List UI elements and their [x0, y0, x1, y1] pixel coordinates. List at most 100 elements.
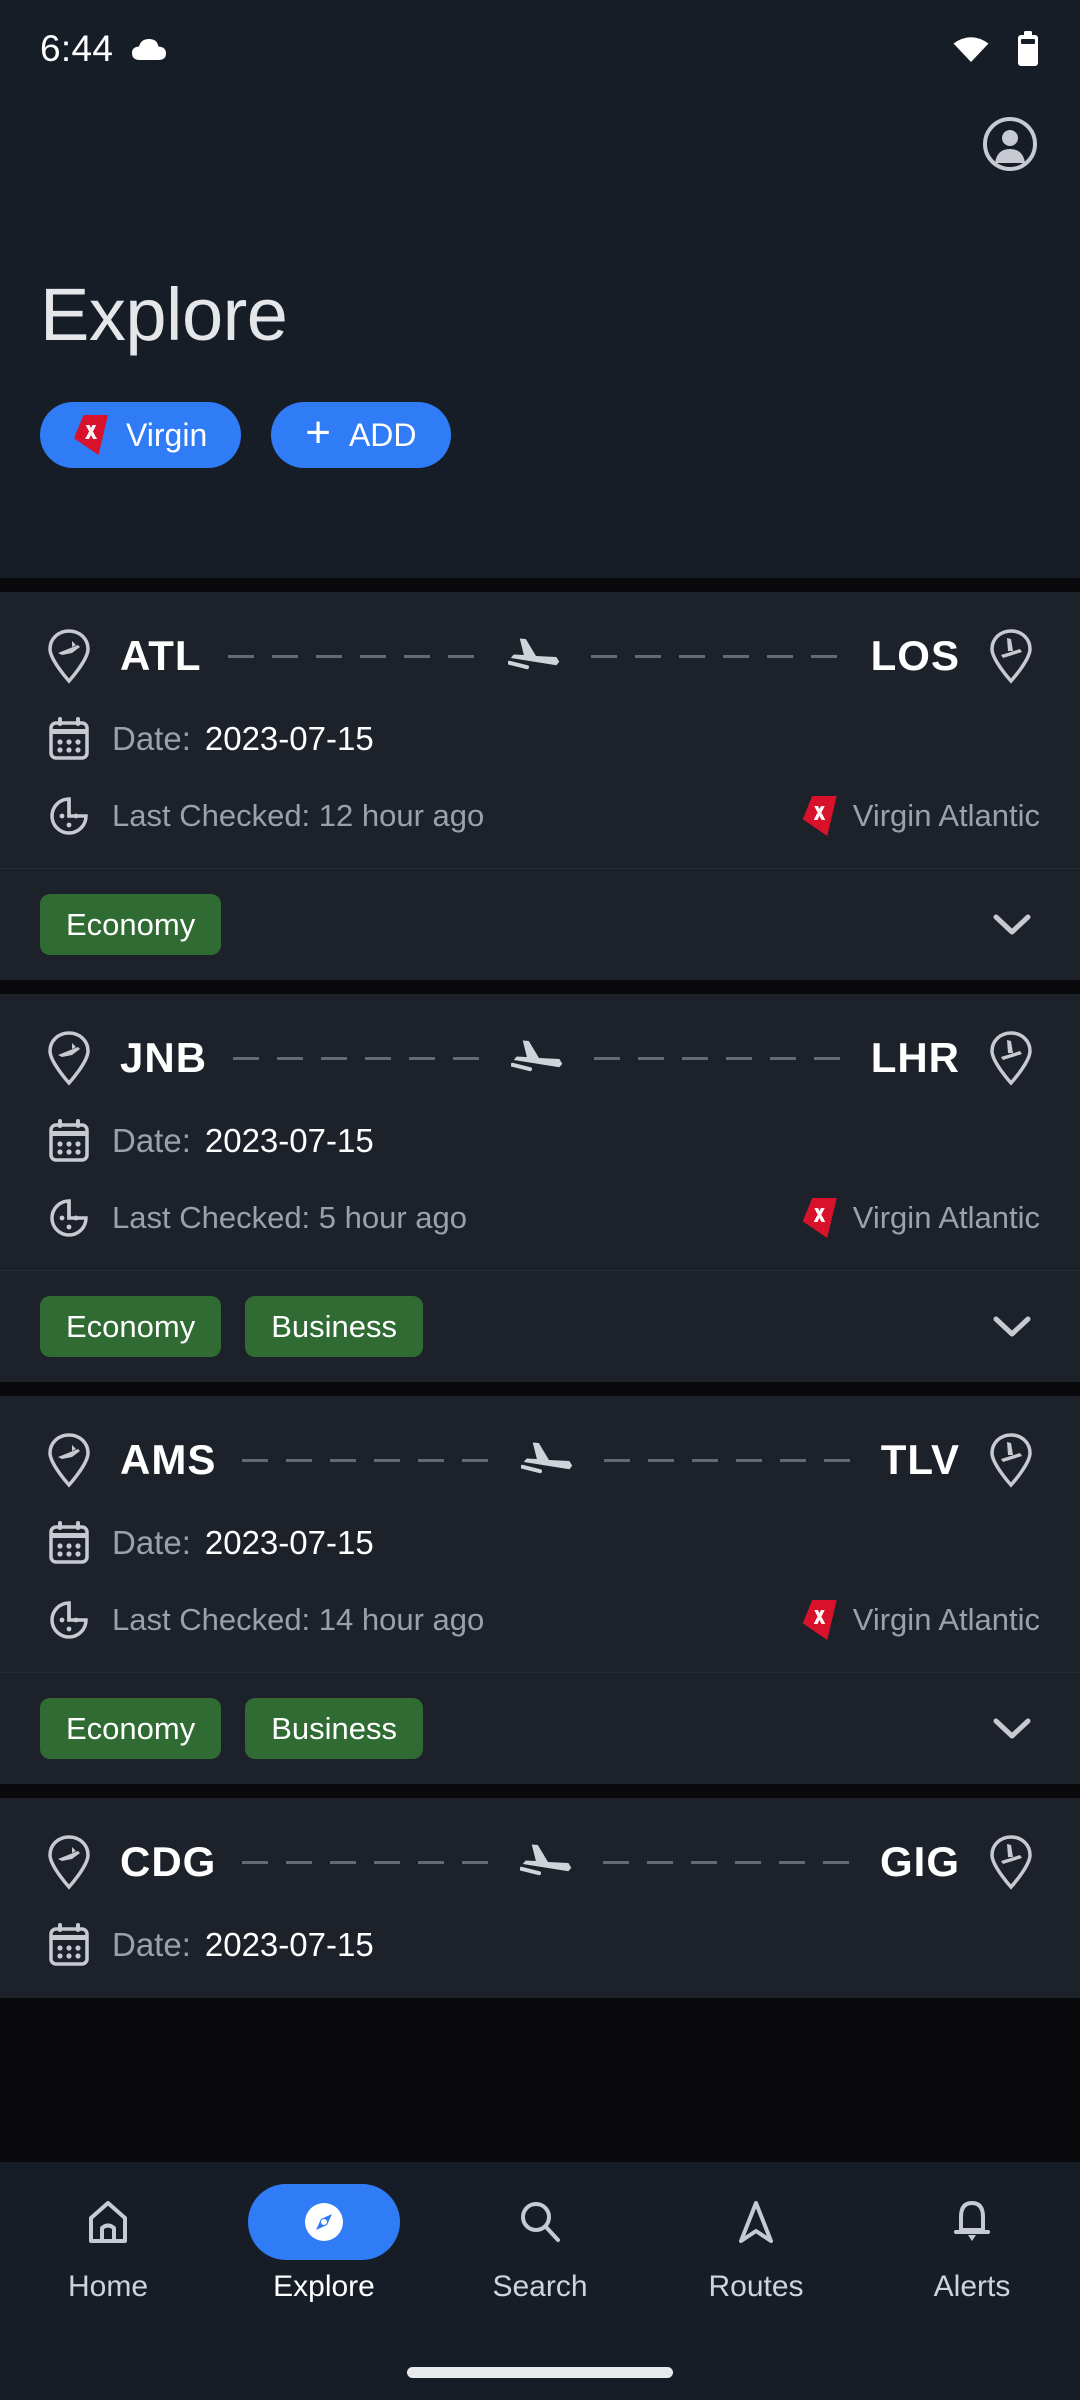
arrival-pin-icon	[982, 628, 1040, 684]
route-dash-right	[603, 1860, 854, 1864]
search-icon	[515, 2197, 565, 2247]
calendar-icon	[40, 1118, 98, 1164]
route-dash-left	[227, 654, 482, 658]
destination-code: LHR	[870, 1034, 961, 1081]
airplane-icon	[519, 1840, 577, 1884]
date-row: Date: 2023-07-15	[40, 1118, 1040, 1164]
history-clock-icon	[40, 1598, 98, 1642]
compass-icon	[299, 2197, 349, 2247]
last-checked-row: Last Checked: 12 hour ago Virgin Atlanti…	[40, 794, 1040, 838]
navigation-arrow-icon	[731, 2197, 781, 2247]
departure-pin-icon	[40, 1030, 98, 1086]
nav-item-routes[interactable]: Routes	[648, 2184, 864, 2367]
chip-airline-virgin[interactable]: Virgin	[40, 402, 242, 468]
flight-card[interactable]: AMS TLV Date: 2023-07-15 Last Checked: 1…	[0, 1396, 1080, 1784]
cabin-class-tag[interactable]: Business	[245, 1296, 424, 1357]
status-bar: 6:44	[0, 0, 1080, 98]
airline-name: Virgin Atlantic	[852, 1602, 1040, 1637]
airline-tag: Virgin Atlantic	[802, 796, 1040, 836]
account-button[interactable]	[980, 114, 1040, 174]
account-circle-icon	[982, 116, 1038, 172]
page-header: Explore Virgin + ADD	[0, 98, 1080, 578]
home-indicator[interactable]	[407, 2367, 673, 2378]
chip-add-filter[interactable]: + ADD	[271, 402, 451, 468]
airplane-icon	[520, 1438, 578, 1482]
expand-card-button[interactable]	[984, 1701, 1040, 1757]
flight-card[interactable]: CDG GIG Date: 2023-07-15	[0, 1798, 1080, 1998]
cabin-class-tag[interactable]: Business	[245, 1698, 424, 1759]
flight-card[interactable]: JNB LHR Date: 2023-07-15 Last Checked: 5…	[0, 994, 1080, 1382]
route-dash-left	[233, 1056, 484, 1060]
nav-label: Search	[492, 2270, 588, 2303]
cabin-class-row: Economy Business	[0, 1270, 1080, 1382]
history-clock-icon	[40, 794, 98, 838]
arrival-pin-icon	[982, 1432, 1040, 1488]
nav-pill	[896, 2184, 1048, 2260]
date-label: Date:	[112, 1524, 191, 1561]
last-checked-text: Last Checked: 14 hour ago	[112, 1602, 485, 1637]
list-gap	[0, 1382, 1080, 1396]
destination-code: GIG	[880, 1838, 961, 1885]
origin-code: ATL	[120, 632, 202, 679]
last-checked-row: Last Checked: 5 hour ago Virgin Atlantic	[40, 1196, 1040, 1240]
flight-card-body: ATL LOS Date: 2023-07-15 Last Checked: 1…	[0, 592, 1080, 868]
chevron-down-icon	[993, 1316, 1031, 1336]
expand-card-button[interactable]	[984, 897, 1040, 953]
bell-icon	[947, 2197, 997, 2247]
date-row: Date: 2023-07-15	[40, 716, 1040, 762]
nav-label: Home	[67, 2270, 149, 2303]
route-dash-left	[242, 1458, 494, 1462]
date-value: 2023-07-15	[204, 1524, 374, 1561]
origin-code: AMS	[120, 1436, 217, 1483]
nav-pill	[464, 2184, 616, 2260]
chip-label: Virgin	[126, 416, 208, 453]
date-value: 2023-07-15	[204, 1926, 374, 1963]
nav-label: Explore	[273, 2270, 375, 2303]
nav-item-alerts[interactable]: Alerts	[864, 2184, 1080, 2367]
nav-pill	[680, 2184, 832, 2260]
flight-card-list[interactable]: ATL LOS Date: 2023-07-15 Last Checked: 1…	[0, 578, 1080, 2400]
nav-pill	[32, 2184, 184, 2260]
cabin-class-tag[interactable]: Economy	[40, 1296, 222, 1357]
nav-item-home[interactable]: Home	[0, 2184, 216, 2367]
page-title: Explore	[40, 273, 288, 356]
date-value: 2023-07-15	[204, 720, 374, 757]
virgin-atlantic-logo-icon	[802, 796, 837, 836]
origin-code: JNB	[120, 1034, 208, 1081]
last-checked-row: Last Checked: 14 hour ago Virgin Atlanti…	[40, 1598, 1040, 1642]
header-top-row	[40, 98, 1040, 174]
plus-icon: +	[305, 408, 331, 457]
airline-name: Virgin Atlantic	[852, 1200, 1040, 1235]
nav-item-explore[interactable]: Explore	[216, 2184, 432, 2367]
cabin-class-tag[interactable]: Economy	[40, 1698, 222, 1759]
chip-label: ADD	[348, 416, 417, 453]
airline-tag: Virgin Atlantic	[802, 1600, 1040, 1640]
cloud-icon	[131, 36, 167, 62]
cabin-class-tag[interactable]: Economy	[40, 894, 222, 955]
expand-card-button[interactable]	[984, 1299, 1040, 1355]
list-gap	[0, 578, 1080, 592]
flight-card-body: CDG GIG Date: 2023-07-15	[0, 1798, 1080, 1998]
wifi-icon	[952, 34, 990, 64]
clock-time: 6:44	[40, 28, 114, 69]
airline-tag: Virgin Atlantic	[802, 1198, 1040, 1238]
calendar-icon	[40, 1520, 98, 1566]
virgin-atlantic-logo-icon	[74, 415, 108, 455]
departure-pin-icon	[40, 1834, 98, 1890]
route-row: AMS TLV	[40, 1432, 1040, 1488]
status-bar-left: 6:44	[40, 28, 167, 70]
nav-label: Alerts	[933, 2270, 1011, 2303]
filter-chip-row: Virgin + ADD	[40, 402, 1040, 468]
nav-item-search[interactable]: Search	[432, 2184, 648, 2367]
bottom-navigation-bar: Home Explore Search Routes Alerts	[0, 2162, 1080, 2400]
date-label: Date:	[112, 1122, 191, 1159]
route-row: ATL LOS	[40, 628, 1040, 684]
calendar-icon	[40, 716, 98, 762]
calendar-icon	[40, 1922, 98, 1968]
flight-card-body: AMS TLV Date: 2023-07-15 Last Checked: 1…	[0, 1396, 1080, 1672]
route-dash-left	[242, 1860, 494, 1864]
route-dash-right	[593, 1056, 845, 1060]
origin-code: CDG	[120, 1838, 217, 1885]
flight-card[interactable]: ATL LOS Date: 2023-07-15 Last Checked: 1…	[0, 592, 1080, 980]
nav-label: Routes	[708, 2270, 804, 2303]
